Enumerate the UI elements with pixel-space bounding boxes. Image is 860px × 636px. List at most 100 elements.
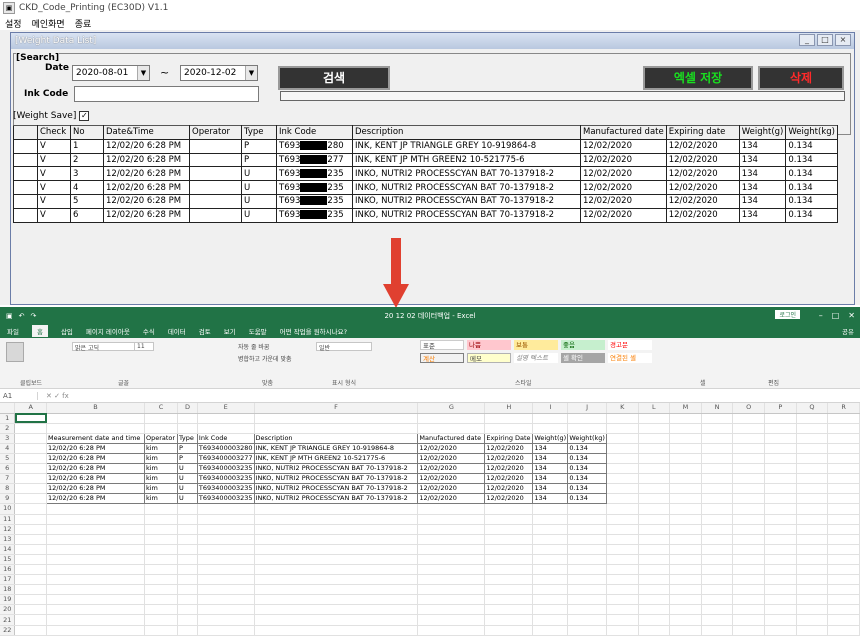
- cell[interactable]: [827, 514, 860, 525]
- cell[interactable]: [567, 534, 607, 545]
- cell[interactable]: [638, 413, 671, 424]
- cell[interactable]: [764, 524, 797, 535]
- cell[interactable]: [484, 574, 534, 586]
- weight-save-toggle[interactable]: [Weight Save] ✓: [13, 111, 90, 121]
- cell[interactable]: [764, 625, 797, 636]
- cell[interactable]: [484, 514, 534, 525]
- cell[interactable]: [567, 614, 607, 626]
- cell[interactable]: [764, 594, 797, 606]
- cell[interactable]: T693400003235: [196, 473, 255, 485]
- cell[interactable]: [144, 574, 178, 586]
- cell[interactable]: [177, 423, 198, 434]
- cell[interactable]: [827, 544, 860, 555]
- cell[interactable]: [764, 564, 797, 576]
- cell[interactable]: U: [176, 473, 198, 485]
- cell[interactable]: [14, 473, 48, 485]
- cell[interactable]: T693400003235: [196, 463, 255, 475]
- column-header[interactable]: E: [197, 403, 255, 414]
- cell[interactable]: [484, 614, 534, 626]
- cell[interactable]: [638, 584, 671, 596]
- tab-help[interactable]: 도움말: [249, 326, 267, 336]
- cell[interactable]: 134: [532, 493, 569, 505]
- cell[interactable]: [796, 433, 829, 444]
- cell[interactable]: [606, 473, 639, 485]
- cell[interactable]: [567, 423, 607, 434]
- cell[interactable]: T693400003235: [196, 493, 255, 505]
- cell[interactable]: [796, 453, 829, 465]
- cell[interactable]: [144, 534, 178, 545]
- grid-header[interactable]: Description: [352, 125, 581, 140]
- row-header[interactable]: 3: [0, 433, 16, 444]
- maximize-button[interactable]: □: [817, 34, 833, 46]
- cell[interactable]: [177, 534, 198, 545]
- cell[interactable]: [669, 594, 702, 606]
- cell[interactable]: [796, 493, 829, 505]
- menu-main-screen[interactable]: 메인화면: [32, 17, 65, 30]
- cell[interactable]: [484, 413, 534, 424]
- cell[interactable]: [701, 554, 734, 566]
- cell[interactable]: [796, 544, 829, 555]
- cell[interactable]: [638, 544, 671, 555]
- cell[interactable]: [732, 524, 765, 535]
- style-check-cell[interactable]: 셀 확인: [561, 353, 605, 363]
- cell[interactable]: 0.134: [567, 493, 607, 505]
- cell[interactable]: [197, 564, 255, 576]
- cell[interactable]: [417, 524, 486, 535]
- cell[interactable]: [417, 554, 486, 566]
- row-header[interactable]: 13: [0, 534, 16, 545]
- cell[interactable]: [46, 503, 145, 515]
- cell[interactable]: [827, 594, 860, 606]
- cell[interactable]: T693400003280: [196, 442, 255, 454]
- cell[interactable]: [827, 625, 860, 636]
- row-header[interactable]: 7: [0, 473, 16, 485]
- tab-review[interactable]: 검토: [199, 326, 211, 336]
- cell[interactable]: [417, 413, 486, 424]
- cell[interactable]: [567, 413, 607, 424]
- cell[interactable]: [827, 483, 860, 495]
- cell[interactable]: [701, 433, 734, 444]
- cell[interactable]: [14, 483, 48, 495]
- cell[interactable]: [827, 433, 860, 444]
- cell[interactable]: [827, 554, 860, 566]
- cell[interactable]: [606, 574, 639, 586]
- cell[interactable]: [732, 453, 765, 465]
- cell[interactable]: [254, 594, 419, 606]
- cell[interactable]: [606, 413, 639, 424]
- cell[interactable]: [14, 625, 48, 636]
- cell[interactable]: [638, 614, 671, 626]
- cell[interactable]: [764, 534, 797, 545]
- cell[interactable]: 0.134: [567, 473, 607, 485]
- cell[interactable]: [254, 423, 419, 434]
- cell[interactable]: [417, 534, 486, 545]
- cell[interactable]: [417, 503, 486, 515]
- search-button[interactable]: 검색: [278, 66, 390, 90]
- cell[interactable]: [567, 574, 607, 586]
- weight-save-checkbox[interactable]: ✓: [79, 111, 90, 121]
- cell[interactable]: [484, 503, 534, 515]
- cell[interactable]: 12/02/2020: [417, 483, 486, 495]
- tell-me-search[interactable]: 어떤 작업을 원하시나요?: [280, 326, 347, 336]
- cell[interactable]: [177, 554, 198, 566]
- cell[interactable]: [14, 503, 48, 515]
- fx-icon[interactable]: ✕ ✓ fx: [38, 392, 88, 400]
- cell[interactable]: [14, 604, 48, 616]
- cell[interactable]: [417, 625, 486, 636]
- font-size-select[interactable]: 11: [134, 342, 154, 351]
- cell[interactable]: [417, 564, 486, 576]
- cell[interactable]: [796, 514, 829, 525]
- cell[interactable]: [567, 584, 607, 596]
- cell[interactable]: [144, 514, 178, 525]
- cell[interactable]: [417, 594, 486, 606]
- tab-data[interactable]: 데이터: [168, 326, 186, 336]
- cell[interactable]: [732, 544, 765, 555]
- cell[interactable]: [532, 625, 569, 636]
- cell[interactable]: [669, 493, 702, 505]
- cell[interactable]: [567, 625, 607, 636]
- cell[interactable]: [732, 534, 765, 545]
- cell[interactable]: [606, 463, 639, 475]
- date-from-picker[interactable]: 2020-08-01 ▼: [72, 65, 150, 81]
- cell[interactable]: [484, 544, 534, 555]
- cell[interactable]: P: [176, 452, 198, 465]
- cell[interactable]: [764, 574, 797, 586]
- cell[interactable]: 12/02/20 6:28 PM: [46, 493, 145, 505]
